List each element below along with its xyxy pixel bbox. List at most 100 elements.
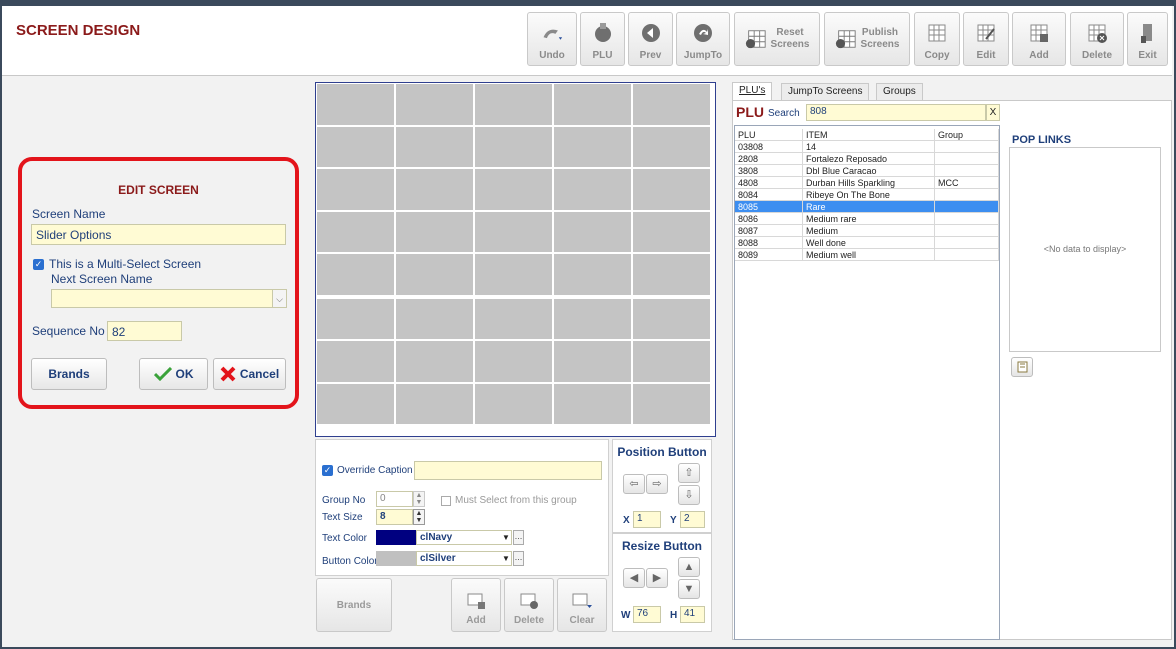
grid-cell[interactable] (396, 84, 474, 126)
group-no-field[interactable]: 0 (376, 491, 413, 507)
override-caption-checkbox[interactable]: ✓ (322, 465, 333, 476)
grid-cell[interactable] (475, 341, 553, 383)
grid-cell[interactable] (396, 126, 474, 168)
grid-cell[interactable] (475, 84, 553, 126)
prev-button[interactable]: Prev (628, 12, 673, 66)
grid-cell[interactable] (396, 298, 474, 340)
grid-cell[interactable] (554, 126, 632, 168)
grid-cell[interactable] (317, 84, 395, 126)
grid-cell[interactable] (317, 211, 395, 253)
table-row[interactable]: 8088 Well done (735, 237, 999, 249)
grid-cell[interactable] (317, 254, 395, 296)
table-row[interactable]: 03808 14 (735, 141, 999, 153)
grid-cell[interactable] (633, 84, 711, 126)
pop-links-list[interactable]: <No data to display> (1009, 147, 1161, 352)
grid-cell[interactable] (396, 341, 474, 383)
grid-cell[interactable] (554, 169, 632, 211)
grid-cell[interactable] (475, 383, 553, 425)
grid-cell[interactable] (475, 126, 553, 168)
table-row[interactable]: 8085 Rare (735, 201, 999, 213)
next-screen-dropdown[interactable]: ⌵ (51, 289, 287, 308)
grow-width-button[interactable]: ▶ (646, 568, 668, 588)
tab-plus[interactable]: PLU's (732, 82, 773, 101)
grid-cell[interactable] (633, 341, 711, 383)
grid-cell[interactable] (396, 211, 474, 253)
search-input[interactable]: 808 (806, 104, 986, 121)
grid-cell[interactable] (633, 126, 711, 168)
cancel-button[interactable]: Cancel (213, 358, 286, 390)
grid-cell[interactable] (554, 254, 632, 296)
clear-search-button[interactable]: X (986, 104, 1000, 121)
grid-cell[interactable] (475, 169, 553, 211)
grid-cell[interactable] (633, 254, 711, 296)
move-up-button[interactable]: ⇧ (678, 463, 700, 483)
move-left-button[interactable]: ⇦ (623, 474, 645, 494)
screen-button-grid[interactable] (315, 82, 716, 437)
grid-cell[interactable] (396, 254, 474, 296)
w-field[interactable]: 76 (633, 606, 661, 623)
add-button[interactable]: Add (1012, 12, 1066, 66)
table-row[interactable]: 8086 Medium rare (735, 213, 999, 225)
grid-cell[interactable] (317, 169, 395, 211)
delete-button[interactable]: Delete (1070, 12, 1124, 66)
grid-cell[interactable] (317, 341, 395, 383)
jumpto-button[interactable]: JumpTo (676, 12, 730, 66)
grid-brands-button[interactable]: Brands (316, 578, 392, 632)
ellipsis-button[interactable]: … (513, 530, 524, 545)
button-color-dropdown[interactable]: clSilver (416, 551, 512, 566)
grid-cell[interactable] (633, 383, 711, 425)
text-size-field[interactable]: 8 (376, 509, 413, 525)
brands-button[interactable]: Brands (31, 358, 107, 390)
reset-screens-button[interactable]: Reset Screens (734, 12, 820, 66)
grid-add-button[interactable]: Add (451, 578, 501, 632)
text-size-spinner[interactable]: ▲ ▼ (413, 509, 425, 525)
plu-button[interactable]: PLU (580, 12, 625, 66)
text-color-dropdown[interactable]: clNavy (416, 530, 512, 545)
grid-cell[interactable] (475, 254, 553, 296)
publish-screens-button[interactable]: Publish Screens (824, 12, 910, 66)
tab-jumpto-screens[interactable]: JumpTo Screens (781, 83, 870, 101)
grid-cell[interactable] (554, 84, 632, 126)
table-row[interactable]: 8087 Medium (735, 225, 999, 237)
grid-clear-button[interactable]: Clear (557, 578, 607, 632)
pop-link-add-button[interactable] (1011, 357, 1033, 377)
grid-cell[interactable] (633, 169, 711, 211)
ellipsis-button[interactable]: … (513, 551, 524, 566)
screen-name-field[interactable]: Slider Options (31, 224, 286, 245)
chevron-down-icon[interactable]: ⌵ (272, 290, 286, 307)
tab-groups[interactable]: Groups (876, 83, 923, 101)
column-header[interactable]: ITEM (803, 129, 935, 141)
copy-button[interactable]: Copy (914, 12, 960, 66)
table-row[interactable]: 8089 Medium well (735, 249, 999, 261)
grid-delete-button[interactable]: Delete (504, 578, 554, 632)
move-right-button[interactable]: ⇨ (646, 474, 668, 494)
grid-cell[interactable] (317, 383, 395, 425)
grow-height-button[interactable]: ▼ (678, 579, 700, 599)
ok-button[interactable]: OK (139, 358, 208, 390)
grid-cell[interactable] (475, 211, 553, 253)
grid-cell[interactable] (475, 298, 553, 340)
exit-button[interactable]: Exit (1127, 12, 1168, 66)
table-row[interactable]: 3808 Dbl Blue Caracao (735, 165, 999, 177)
y-field[interactable]: 2 (680, 511, 705, 528)
table-row[interactable]: 4808 Durban Hills Sparkling MCC (735, 177, 999, 189)
grid-cell[interactable] (317, 298, 395, 340)
override-caption-field[interactable] (414, 461, 602, 480)
grid-cell[interactable] (396, 169, 474, 211)
sequence-field[interactable]: 82 (107, 321, 182, 341)
shrink-width-button[interactable]: ◀ (623, 568, 645, 588)
undo-button[interactable]: Undo (527, 12, 577, 66)
grid-cell[interactable] (633, 211, 711, 253)
h-field[interactable]: 41 (680, 606, 705, 623)
grid-cell[interactable] (554, 298, 632, 340)
edit-button[interactable]: Edit (963, 12, 1009, 66)
multi-select-checkbox[interactable]: ✓ (33, 259, 44, 270)
grid-cell[interactable] (554, 383, 632, 425)
table-row[interactable]: 8084 Ribeye On The Bone (735, 189, 999, 201)
group-no-spinner[interactable]: ▲ ▼ (413, 491, 425, 507)
grid-cell[interactable] (554, 341, 632, 383)
column-header[interactable]: Group (935, 129, 999, 141)
must-select-checkbox[interactable] (441, 496, 451, 506)
chevron-down-icon[interactable]: ▼ (500, 530, 512, 545)
chevron-down-icon[interactable]: ▼ (500, 551, 512, 566)
